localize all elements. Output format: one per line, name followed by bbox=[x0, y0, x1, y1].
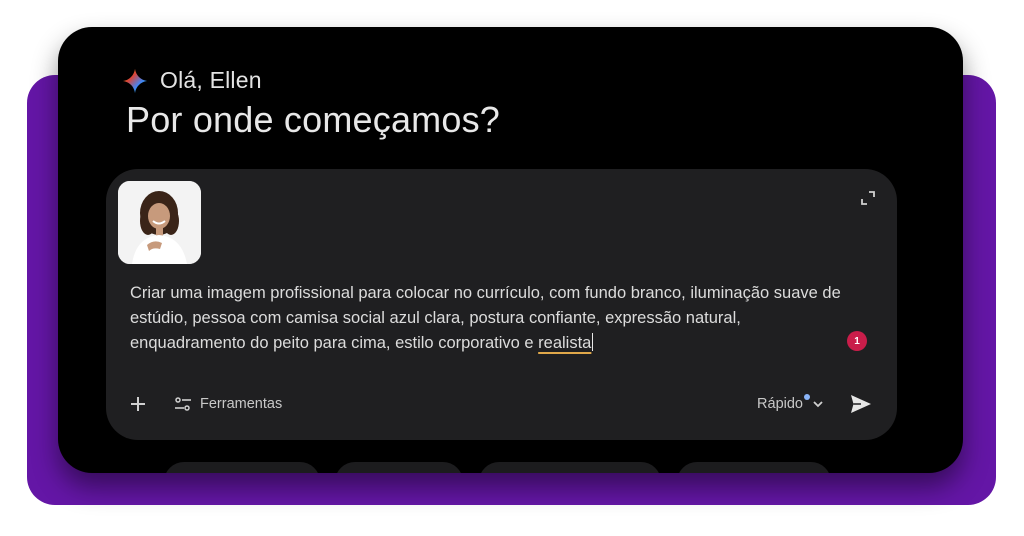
send-button[interactable] bbox=[847, 390, 875, 418]
portrait-image bbox=[118, 181, 201, 264]
send-icon bbox=[851, 395, 871, 413]
suggestion-chip[interactable] bbox=[677, 462, 831, 473]
plus-icon bbox=[131, 397, 145, 411]
spellcheck-badge[interactable]: 1 bbox=[847, 331, 867, 351]
mode-indicator-dot bbox=[804, 394, 810, 400]
tune-icon bbox=[175, 397, 191, 411]
text-caret bbox=[592, 333, 594, 351]
page-title: Por onde começamos? bbox=[126, 99, 500, 140]
composer-toolbar: Ferramentas Rápido bbox=[106, 382, 897, 426]
tools-label: Ferramentas bbox=[200, 396, 283, 412]
misspelled-word[interactable]: realista bbox=[538, 334, 591, 352]
mode-label-wrap: Rápido bbox=[757, 394, 810, 412]
prompt-text: Criar uma imagem profissional para coloc… bbox=[130, 284, 841, 352]
prompt-composer[interactable]: Criar uma imagem profissional para coloc… bbox=[106, 169, 897, 440]
prompt-input[interactable]: Criar uma imagem profissional para coloc… bbox=[130, 281, 850, 356]
suggestion-chip[interactable] bbox=[164, 462, 320, 473]
greeting-text: Olá, Ellen bbox=[160, 67, 262, 93]
gemini-sparkle-icon bbox=[122, 68, 148, 93]
expand-icon[interactable] bbox=[861, 191, 875, 205]
suggestion-chip[interactable] bbox=[335, 462, 463, 473]
suggestion-chip[interactable] bbox=[479, 462, 661, 473]
screenshot-stage: Olá, Ellen Por onde começamos? Criar uma… bbox=[0, 0, 1024, 536]
attached-image-thumbnail[interactable] bbox=[118, 181, 201, 264]
greeting-row: Olá, Ellen bbox=[122, 67, 262, 94]
gemini-window: Olá, Ellen Por onde começamos? Criar uma… bbox=[58, 27, 963, 473]
add-attachment-button[interactable] bbox=[124, 390, 152, 418]
model-mode-selector[interactable]: Rápido bbox=[757, 390, 825, 418]
tools-button[interactable]: Ferramentas bbox=[174, 390, 282, 418]
chevron-down-icon bbox=[813, 401, 823, 408]
mode-label: Rápido bbox=[757, 396, 803, 412]
